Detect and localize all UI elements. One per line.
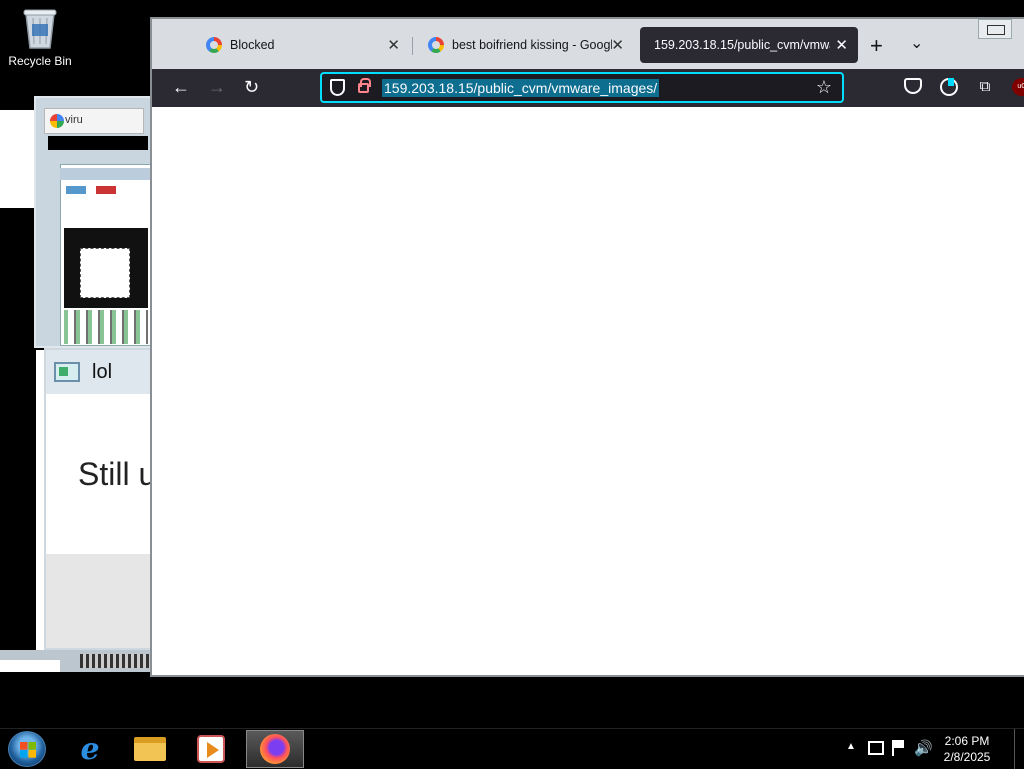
lol-window-body: Still u (46, 394, 157, 554)
taskbar: e ▲ 🔊 2:06 PM 2/8/2025 (0, 728, 1024, 769)
tab-title: Blocked (230, 38, 275, 52)
desktop: Recycle Bin viru lol Still u Blocked ✕ b… (0, 0, 1024, 728)
tab-bar: Blocked ✕ best boifriend kissing - Googl… (152, 19, 1024, 69)
google-g-icon (428, 37, 444, 53)
firefox-account-icon[interactable] (940, 78, 958, 96)
new-tab-button[interactable]: + (870, 33, 883, 59)
page-content[interactable] (152, 107, 1024, 675)
clock-date: 2/8/2025 (943, 750, 991, 764)
glitch-area (80, 248, 130, 298)
bookmark-star-icon[interactable]: ☆ (816, 77, 832, 98)
windows-logo-icon (20, 742, 36, 758)
action-center-flag-icon[interactable] (892, 740, 906, 756)
google-g-icon (206, 37, 222, 53)
background-tab-label: viru (65, 114, 83, 126)
media-player-icon (197, 735, 225, 763)
tab-blocked[interactable]: Blocked ✕ (192, 27, 410, 63)
internet-explorer-icon: e (80, 731, 100, 767)
taskbar-file-explorer[interactable] (122, 730, 178, 768)
google-g-icon (50, 114, 64, 128)
reload-button[interactable]: ↻ (244, 78, 259, 96)
glitch-toolbar (60, 168, 150, 180)
ublock-origin-icon[interactable]: uO (1012, 78, 1024, 96)
glitch-block (0, 660, 60, 672)
background-browser-window: viru (34, 96, 152, 348)
background-window-fragment (0, 110, 38, 208)
recycle-bin-label: Recycle Bin (8, 54, 72, 68)
lol-window-title: lol (92, 360, 113, 383)
glitch-pattern (64, 310, 148, 344)
insecure-connection-lock-icon[interactable] (358, 78, 371, 93)
clock[interactable]: 2:06 PM 2/8/2025 (932, 733, 1002, 765)
recycle-bin-icon (22, 6, 58, 50)
recycle-bin-shortcut[interactable]: Recycle Bin (4, 6, 76, 68)
show-desktop-button[interactable] (1014, 729, 1024, 769)
glitch-pattern (80, 654, 150, 668)
tab-separator (412, 37, 413, 55)
url-text[interactable]: 159.203.18.15/public_cvm/vmware_images/ (382, 79, 660, 97)
pocket-icon[interactable] (904, 78, 922, 94)
taskbar-internet-explorer[interactable]: e (62, 730, 118, 768)
list-all-tabs-button[interactable]: ⌄ (910, 33, 923, 53)
start-button[interactable] (8, 731, 46, 767)
navigation-toolbar: ← → ↻ 159.203.18.15/public_cvm/vmware_im… (152, 69, 1024, 107)
taskbar-firefox[interactable] (246, 730, 304, 768)
glitch-button (66, 186, 86, 194)
firefox-icon (260, 734, 290, 764)
close-tab-icon[interactable]: ✕ (387, 36, 400, 54)
network-icon[interactable] (868, 741, 884, 755)
tab-title: 159.203.18.15/public_cvm/vmware (654, 38, 830, 52)
extensions-icon[interactable]: ⧉ (976, 78, 994, 96)
show-hidden-icons-button[interactable]: ▲ (846, 741, 856, 752)
tab-active-vmware-images[interactable]: 159.203.18.15/public_cvm/vmware ✕ (640, 27, 858, 63)
back-button[interactable]: ← (172, 78, 190, 96)
glitch-block (48, 136, 148, 150)
restore-window-button[interactable] (978, 19, 1012, 39)
clock-time: 2:06 PM (944, 734, 990, 748)
lol-window-titlebar[interactable]: lol (46, 350, 152, 394)
tab-google-search[interactable]: best boifriend kissing - Google ✕ (414, 27, 634, 63)
firefox-window[interactable]: Blocked ✕ best boifriend kissing - Googl… (150, 17, 1024, 677)
volume-icon[interactable]: 🔊 (914, 739, 933, 757)
folder-icon (134, 737, 166, 761)
app-window-icon (54, 362, 80, 382)
background-window-fragment (0, 650, 152, 672)
tab-title: best boifriend kissing - Google (452, 38, 612, 52)
address-bar[interactable]: 159.203.18.15/public_cvm/vmware_images/ … (320, 72, 844, 103)
close-tab-icon[interactable]: ✕ (611, 36, 624, 54)
tracking-protection-shield-icon[interactable] (330, 79, 345, 96)
forward-button[interactable]: → (208, 78, 226, 96)
lol-window[interactable]: lol Still u (44, 348, 157, 650)
close-tab-icon[interactable]: ✕ (835, 36, 848, 54)
lol-window-message: Still u (78, 456, 157, 492)
taskbar-media-player[interactable] (183, 730, 239, 768)
glitch-button (96, 186, 116, 194)
